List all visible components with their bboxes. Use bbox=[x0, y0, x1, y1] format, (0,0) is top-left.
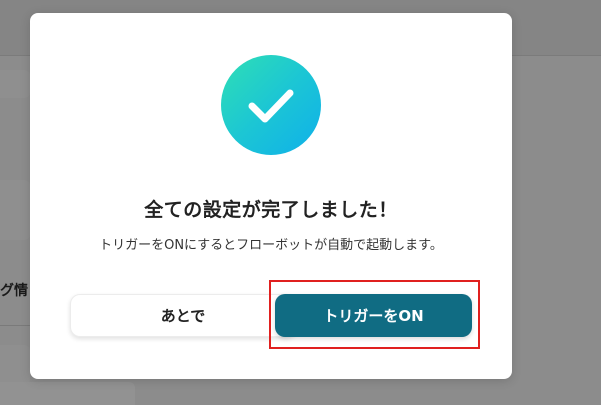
background-divider bbox=[0, 325, 30, 326]
background-card bbox=[0, 70, 30, 98]
background-card bbox=[0, 382, 135, 405]
dialog-message: トリガーをONにするとフローボットが自動で起動します。 bbox=[99, 238, 443, 253]
background-partial-text: グ情 bbox=[0, 283, 28, 299]
background-card bbox=[0, 345, 30, 385]
dialog-title: 全ての設定が完了しました！ bbox=[144, 199, 398, 221]
background-card bbox=[0, 180, 30, 240]
completion-dialog: 全ての設定が完了しました！ トリガーをONにするとフローボットが自動で起動します… bbox=[30, 13, 512, 379]
check-icon bbox=[221, 55, 321, 155]
later-button[interactable]: あとで bbox=[70, 294, 296, 337]
trigger-on-button[interactable]: トリガーをON bbox=[275, 294, 472, 337]
